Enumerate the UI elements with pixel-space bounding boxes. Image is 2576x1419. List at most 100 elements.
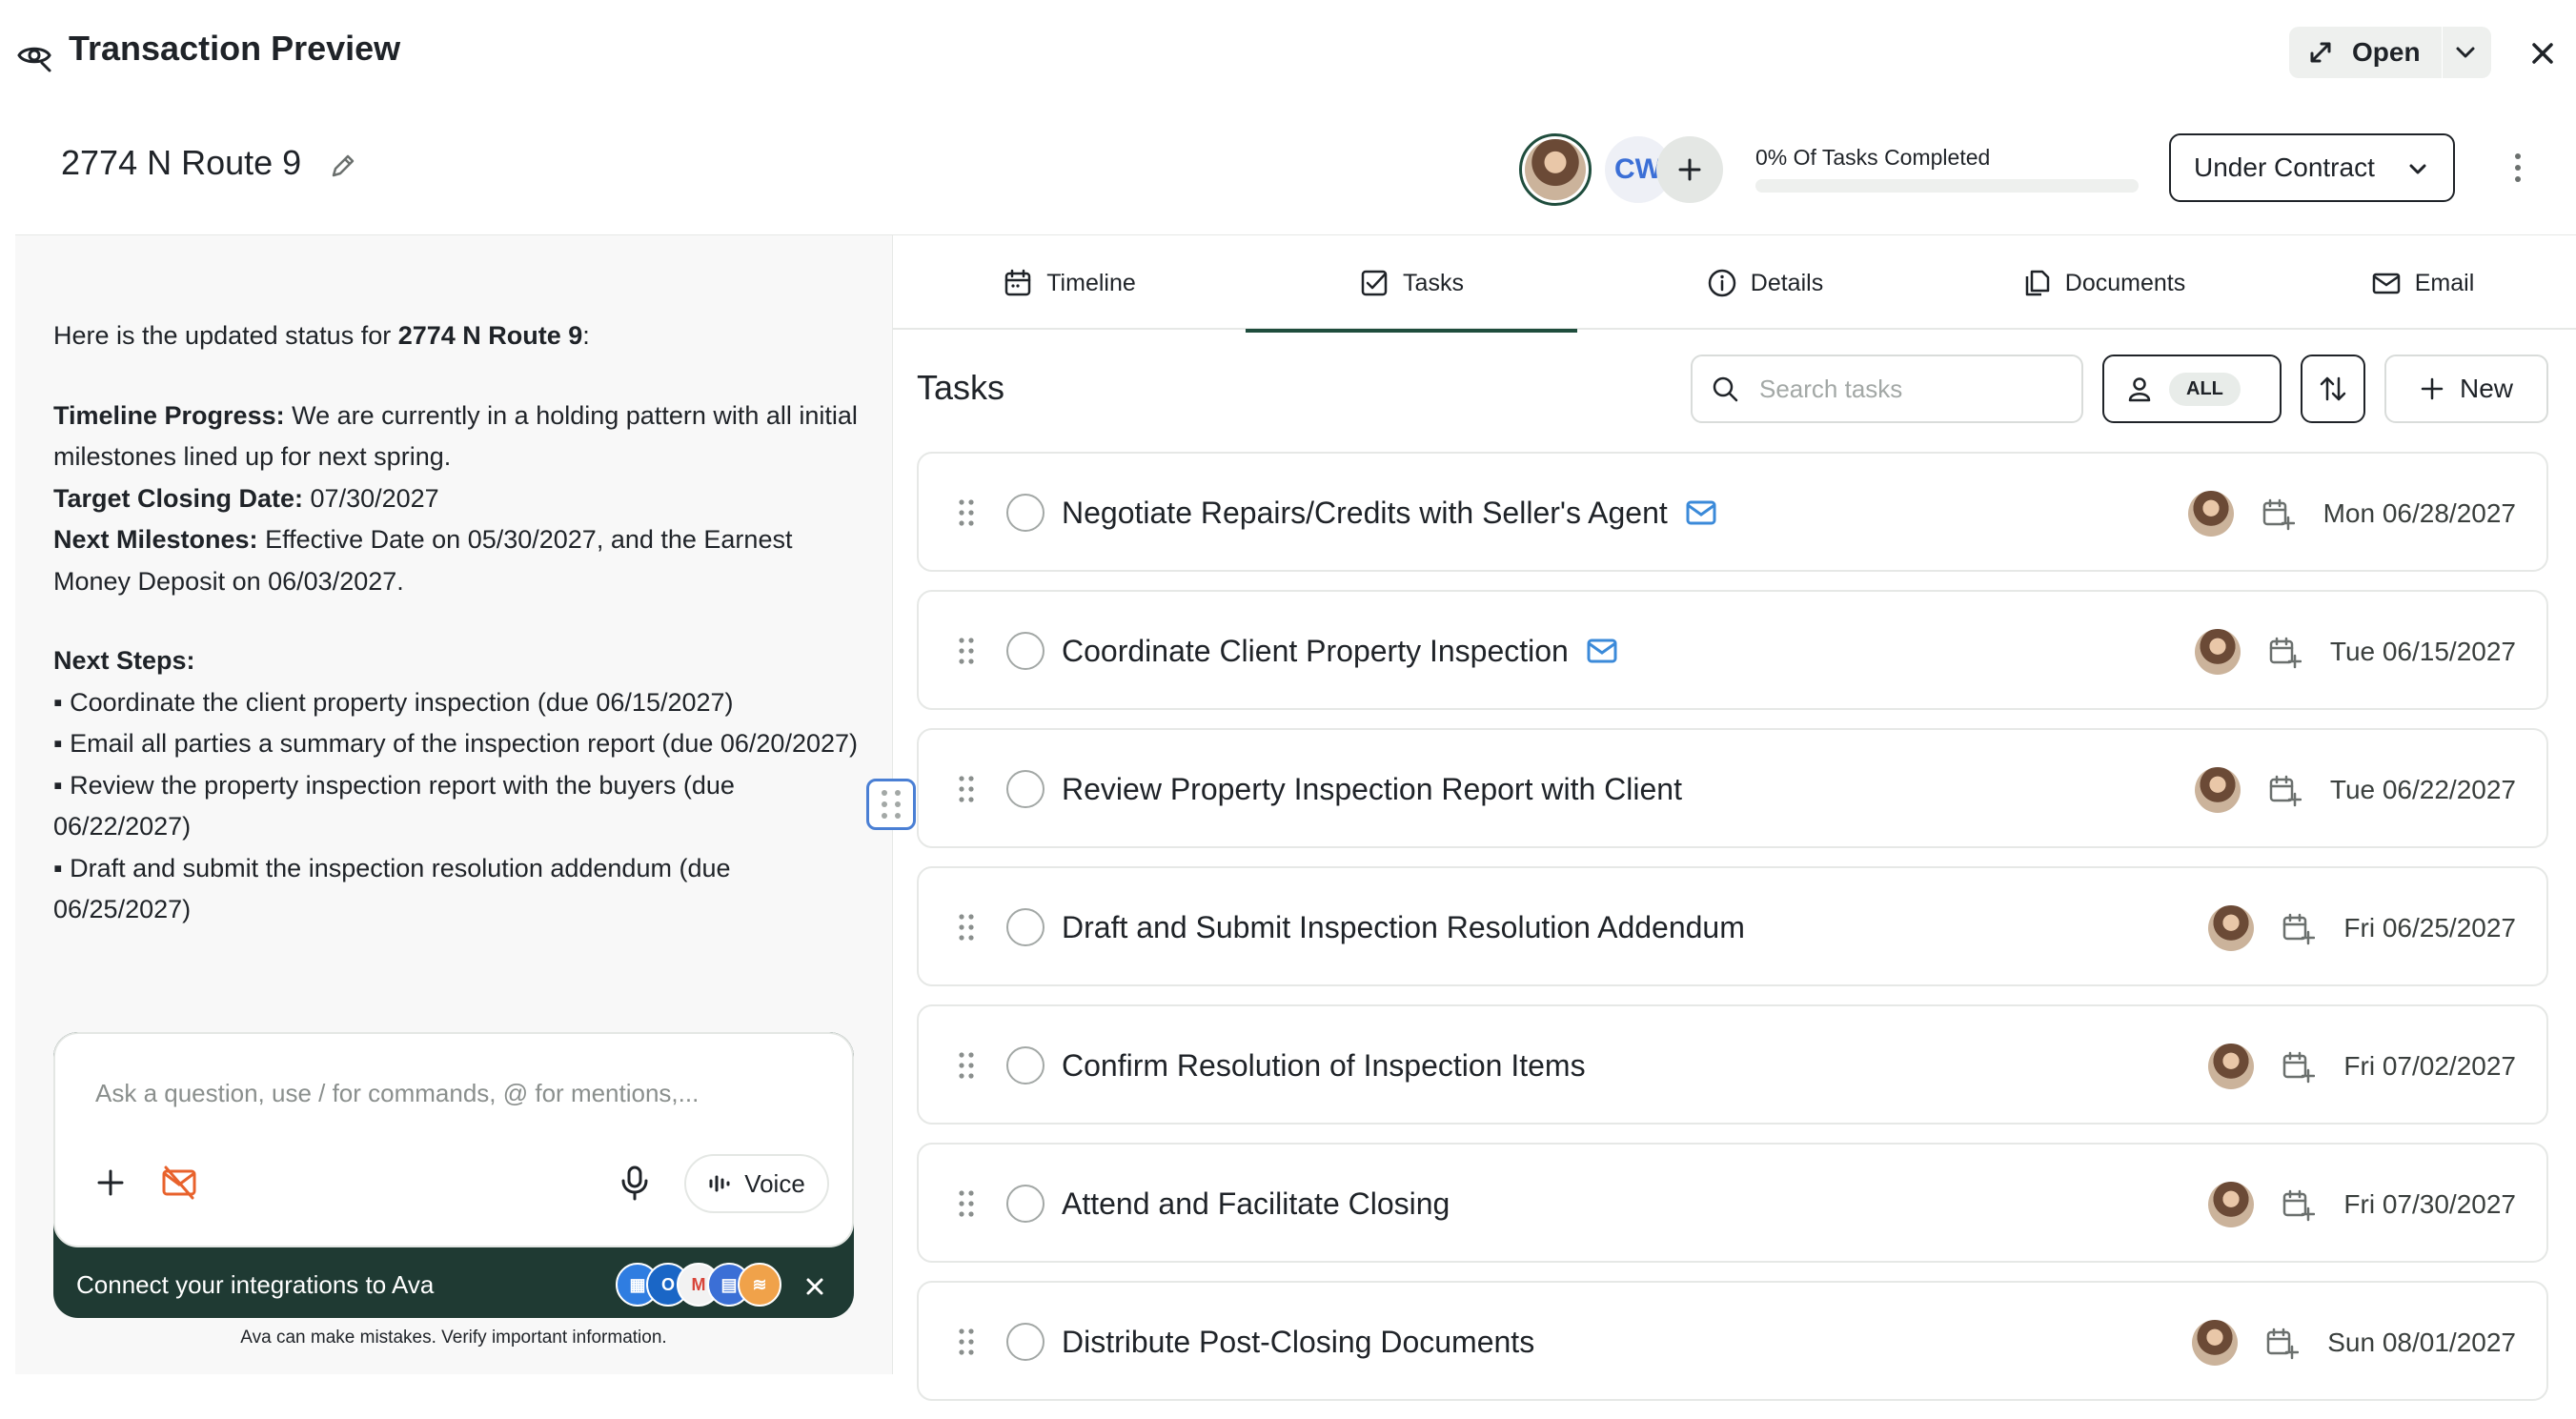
filter-value: ALL bbox=[2169, 372, 2241, 406]
drag-grip-icon[interactable] bbox=[957, 912, 976, 943]
avatar[interactable] bbox=[2208, 1182, 2255, 1227]
avatar[interactable] bbox=[1519, 133, 1592, 206]
close-icon[interactable] bbox=[2525, 36, 2560, 71]
calendar-add-icon[interactable] bbox=[2261, 497, 2295, 531]
task-due-date[interactable]: Tue 06/15/2027 bbox=[2330, 637, 2516, 667]
task-checkbox[interactable] bbox=[1006, 632, 1045, 670]
sort-button[interactable] bbox=[2301, 355, 2365, 423]
task-checkbox[interactable] bbox=[1006, 494, 1045, 532]
task-row[interactable]: Negotiate Repairs/Credits with Seller's … bbox=[917, 452, 2548, 572]
task-checkbox[interactable] bbox=[1006, 1323, 1045, 1361]
status-dropdown[interactable]: Under Contract bbox=[2169, 133, 2455, 202]
calendar-add-icon[interactable] bbox=[2281, 1049, 2316, 1084]
task-row[interactable]: Coordinate Client Property Inspection Tu… bbox=[917, 590, 2548, 710]
tab-timeline[interactable]: Timeline bbox=[931, 235, 1207, 331]
drag-grip-icon[interactable] bbox=[957, 1188, 976, 1219]
search-icon bbox=[1713, 376, 1738, 402]
property-address: 2774 N Route 9 bbox=[61, 143, 302, 182]
task-row[interactable]: Draft and Submit Inspection Resolution A… bbox=[917, 866, 2548, 986]
tasks-heading: Tasks bbox=[917, 368, 1005, 407]
task-title[interactable]: Attend and Facilitate Closing bbox=[1062, 1186, 1450, 1222]
search-input[interactable] bbox=[1757, 373, 2062, 405]
calendar-add-icon[interactable] bbox=[2281, 911, 2316, 945]
assignee-filter-button[interactable]: ALL bbox=[2102, 355, 2282, 423]
task-checkbox[interactable] bbox=[1006, 908, 1045, 946]
task-due-date[interactable]: Sun 08/01/2027 bbox=[2327, 1328, 2516, 1358]
avatar[interactable] bbox=[2194, 767, 2241, 813]
disclaimer: Ava can make mistakes. Verify important … bbox=[240, 1328, 667, 1348]
new-task-button[interactable]: New bbox=[2384, 355, 2548, 423]
task-row[interactable]: Distribute Post-Closing Documents Sun 08… bbox=[917, 1281, 2548, 1401]
documents-icon bbox=[2025, 270, 2050, 296]
drag-grip-icon[interactable] bbox=[957, 774, 976, 804]
edit-pencil-icon[interactable] bbox=[328, 151, 358, 181]
avatar[interactable] bbox=[2194, 629, 2241, 675]
close-icon[interactable] bbox=[801, 1272, 829, 1301]
calendar-add-icon[interactable] bbox=[2267, 773, 2302, 807]
next-step-item: ▪ Draft and submit the inspection resolu… bbox=[53, 853, 731, 924]
task-title[interactable]: Negotiate Repairs/Credits with Seller's … bbox=[1062, 496, 1717, 531]
calendar-add-icon[interactable] bbox=[2267, 635, 2302, 669]
progress-bar bbox=[1755, 179, 2139, 193]
task-due-date[interactable]: Fri 06/25/2027 bbox=[2343, 913, 2516, 943]
task-title[interactable]: Coordinate Client Property Inspection bbox=[1062, 634, 1618, 669]
avatar[interactable] bbox=[2192, 1320, 2239, 1366]
task-title[interactable]: Draft and Submit Inspection Resolution A… bbox=[1062, 910, 1745, 945]
search-tasks[interactable] bbox=[1691, 355, 2083, 423]
drag-grip-icon[interactable] bbox=[957, 1327, 976, 1357]
calendar-add-icon[interactable] bbox=[2281, 1187, 2316, 1222]
chevron-down-icon bbox=[2409, 164, 2426, 174]
plus-icon bbox=[2421, 377, 2444, 400]
voice-label: Voice bbox=[744, 1168, 805, 1198]
progress-label: 0% Of Tasks Completed bbox=[1755, 145, 1991, 170]
task-title[interactable]: Confirm Resolution of Inspection Items bbox=[1062, 1048, 1586, 1084]
avatar[interactable] bbox=[2208, 905, 2255, 951]
drag-dots-icon bbox=[882, 790, 901, 819]
integrations-prompt[interactable]: Connect your integrations to Ava bbox=[76, 1270, 434, 1300]
open-button[interactable]: Open bbox=[2289, 27, 2491, 78]
email-icon[interactable] bbox=[1586, 638, 1618, 664]
task-title[interactable]: Distribute Post-Closing Documents bbox=[1062, 1325, 1534, 1360]
task-row[interactable]: Confirm Resolution of Inspection Items F… bbox=[917, 1004, 2548, 1125]
task-checkbox[interactable] bbox=[1006, 1046, 1045, 1085]
chat-input[interactable] bbox=[93, 1072, 818, 1114]
window-title: Transaction Preview bbox=[69, 29, 401, 68]
tab-email[interactable]: Email bbox=[2294, 235, 2551, 331]
email-icon[interactable] bbox=[1685, 499, 1717, 526]
calendar-add-icon[interactable] bbox=[2264, 1326, 2300, 1360]
checkbox-icon bbox=[1361, 270, 1388, 296]
integration-logos[interactable]: ▦ O M ▤ ≋ bbox=[616, 1263, 781, 1308]
avatar[interactable] bbox=[2208, 1044, 2255, 1089]
task-due-date[interactable]: Fri 07/30/2027 bbox=[2343, 1189, 2516, 1220]
sort-arrows-icon bbox=[2320, 376, 2346, 401]
avatar[interactable] bbox=[2187, 491, 2234, 537]
info-icon bbox=[1708, 269, 1736, 297]
email-off-icon[interactable] bbox=[160, 1166, 198, 1200]
task-due-date[interactable]: Fri 07/02/2027 bbox=[2343, 1051, 2516, 1082]
task-checkbox[interactable] bbox=[1006, 770, 1045, 808]
voice-button[interactable]: Voice bbox=[684, 1154, 829, 1213]
task-row[interactable]: Review Property Inspection Report with C… bbox=[917, 728, 2548, 848]
chat-composer: Voice Connect your integrations to Ava ▦… bbox=[53, 1032, 854, 1318]
status-value: Under Contract bbox=[2194, 152, 2375, 182]
task-row[interactable]: Attend and Facilitate Closing Fri 07/30/… bbox=[917, 1143, 2548, 1263]
add-collaborator-button[interactable] bbox=[1656, 136, 1723, 203]
more-options-icon[interactable] bbox=[2506, 151, 2529, 185]
task-due-date[interactable]: Tue 06/22/2027 bbox=[2330, 775, 2516, 805]
tab-documents[interactable]: Documents bbox=[1951, 235, 2256, 331]
drag-grip-icon[interactable] bbox=[957, 497, 976, 528]
expand-icon bbox=[2310, 42, 2331, 63]
microphone-icon[interactable] bbox=[618, 1164, 652, 1202]
task-due-date[interactable]: Mon 06/28/2027 bbox=[2323, 498, 2516, 529]
task-title[interactable]: Review Property Inspection Report with C… bbox=[1062, 772, 1682, 807]
resize-handle[interactable] bbox=[866, 779, 916, 830]
chevron-down-icon[interactable] bbox=[2451, 38, 2480, 67]
tab-details[interactable]: Details bbox=[1617, 235, 1913, 331]
next-step-item: ▪ Email all parties a summary of the ins… bbox=[53, 729, 859, 758]
drag-grip-icon[interactable] bbox=[957, 636, 976, 666]
tab-tasks[interactable]: Tasks bbox=[1246, 235, 1577, 333]
task-checkbox[interactable] bbox=[1006, 1185, 1045, 1223]
drag-grip-icon[interactable] bbox=[957, 1050, 976, 1081]
add-attachment-icon[interactable] bbox=[93, 1166, 128, 1200]
layers-app-icon: ≋ bbox=[738, 1263, 781, 1307]
